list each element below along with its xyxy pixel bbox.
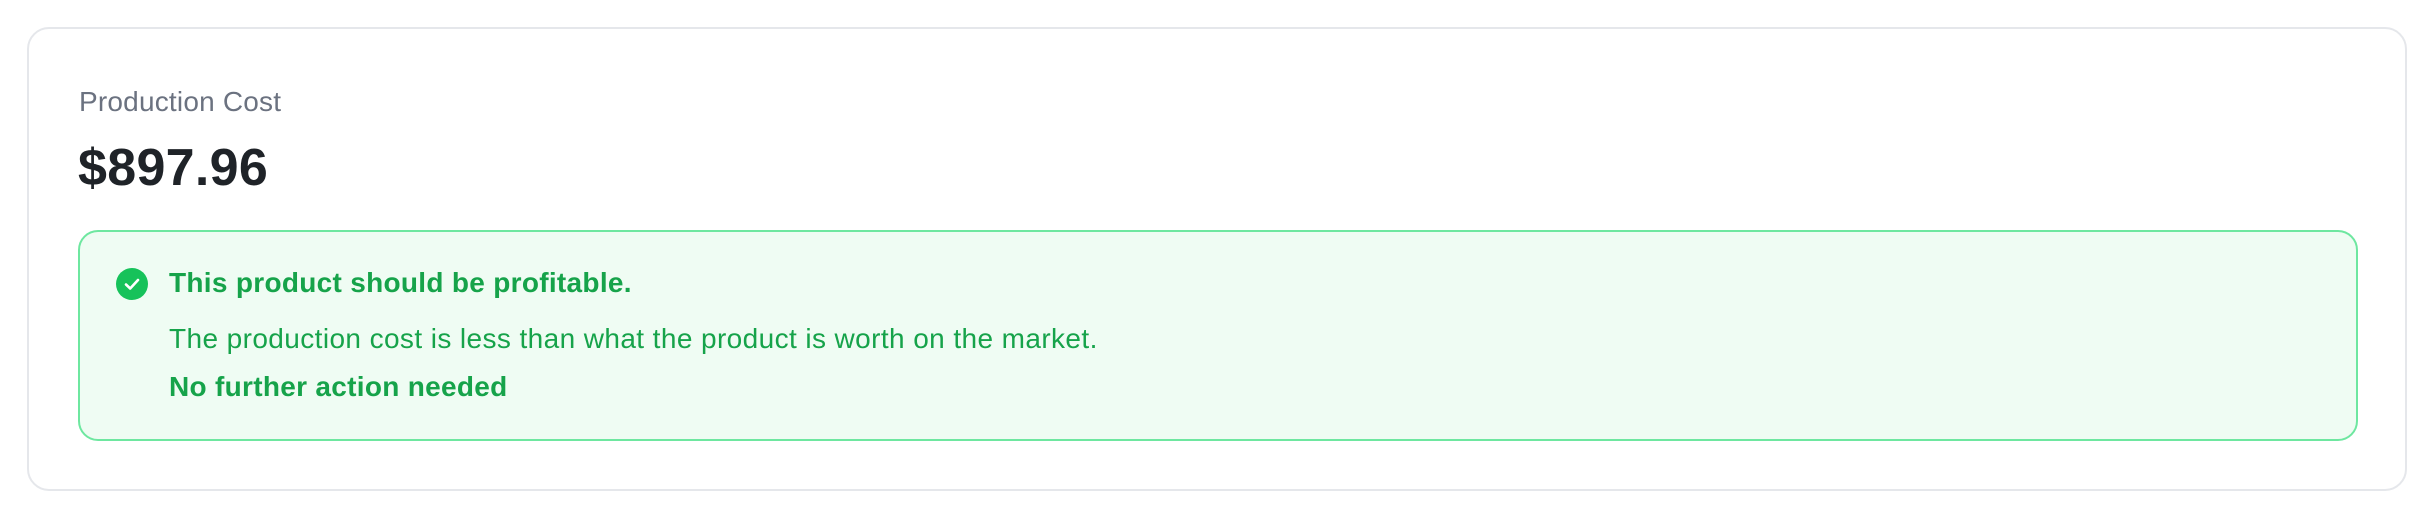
check-circle-icon <box>116 268 148 300</box>
profitability-alert: This product should be profitable. The p… <box>78 230 2358 441</box>
alert-action-text: No further action needed <box>169 371 508 402</box>
production-cost-label: Production Cost <box>79 86 282 117</box>
production-cost-card: Production Cost $897.96 This product sho… <box>27 27 2407 491</box>
production-cost-value: $897.96 <box>78 139 269 197</box>
alert-description: The production cost is less than what th… <box>169 323 1098 354</box>
alert-title: This product should be profitable. <box>169 267 632 298</box>
